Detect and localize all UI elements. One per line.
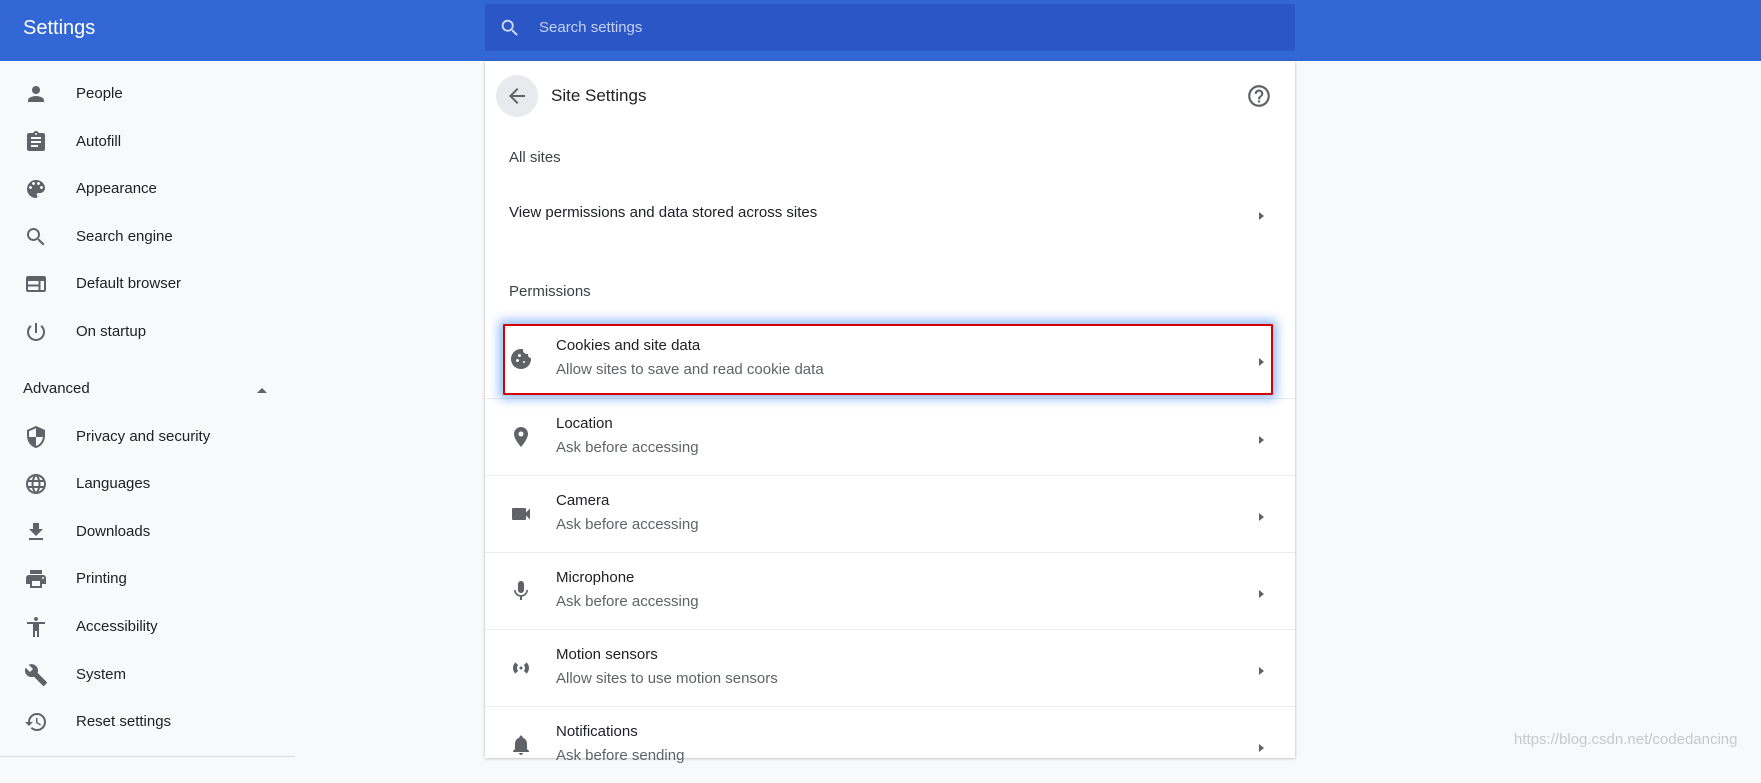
palette-icon (24, 177, 48, 201)
sidebar: People Autofill Appearance Search engine… (0, 61, 295, 758)
permission-title: Motion sensors (556, 646, 658, 663)
camera-icon (509, 502, 533, 526)
permission-subtitle: Ask before accessing (556, 593, 699, 610)
permission-title: Notifications (556, 723, 638, 740)
sidebar-item-appearance[interactable]: Appearance (0, 169, 295, 209)
watermark: https://blog.csdn.net/codedancing (1514, 731, 1738, 748)
help-button[interactable] (1246, 83, 1272, 109)
sidebar-item-label: People (76, 85, 123, 102)
sidebar-item-privacy-and-security[interactable]: Privacy and security (0, 417, 295, 457)
permission-subtitle: Allow sites to use motion sensors (556, 670, 778, 687)
sidebar-item-accessibility[interactable]: Accessibility (0, 607, 295, 647)
sidebar-item-printing[interactable]: Printing (0, 559, 295, 599)
permission-row-cookies[interactable]: Cookies and site data Allow sites to sav… (485, 321, 1295, 398)
power-icon (24, 320, 48, 344)
sidebar-item-label: Downloads (76, 523, 151, 540)
permission-subtitle: Ask before accessing (556, 516, 699, 533)
arrow-right-icon (1256, 509, 1266, 521)
wrench-icon (24, 663, 48, 687)
sidebar-item-label: On startup (76, 323, 147, 340)
view-all-sites-label: View permissions and data stored across … (509, 204, 818, 221)
sidebar-item-default-browser[interactable]: Default browser (0, 264, 295, 304)
accessibility-icon (24, 615, 48, 639)
permission-subtitle: Ask before accessing (556, 439, 699, 456)
sidebar-divider (0, 756, 295, 757)
history-icon (24, 710, 48, 734)
sidebar-item-label: Printing (76, 570, 127, 587)
sidebar-item-label: Reset settings (76, 713, 172, 730)
sidebar-item-downloads[interactable]: Downloads (0, 512, 295, 552)
sensors-icon (509, 656, 533, 680)
advanced-label: Advanced (23, 380, 90, 397)
printer-icon (24, 567, 48, 591)
caret-up-icon (256, 383, 268, 395)
browser-icon (24, 272, 48, 296)
person-icon (24, 82, 48, 106)
sidebar-item-label: Search engine (76, 228, 173, 245)
permission-title: Location (556, 415, 613, 432)
sidebar-item-search-engine[interactable]: Search engine (0, 217, 295, 257)
location-pin-icon (509, 425, 533, 449)
top-bar: Settings (0, 0, 1761, 61)
shield-icon (24, 425, 48, 449)
sidebar-item-label: Privacy and security (76, 428, 211, 445)
microphone-icon (509, 579, 533, 603)
arrow-right-icon (1256, 663, 1266, 675)
bell-icon (509, 733, 533, 757)
sidebar-item-autofill[interactable]: Autofill (0, 122, 295, 162)
search-icon (499, 17, 521, 39)
advanced-section-toggle[interactable]: Advanced (0, 369, 295, 409)
permission-title: Camera (556, 492, 610, 509)
search-input[interactable] (539, 4, 1279, 51)
permission-row-camera[interactable]: Camera Ask before accessing (485, 475, 1295, 552)
globe-icon (24, 472, 48, 496)
sidebar-item-label: Autofill (76, 133, 122, 150)
all-sites-heading: All sites (509, 149, 561, 166)
search-icon (24, 225, 48, 249)
arrow-right-icon (1256, 432, 1266, 444)
permission-title: Microphone (556, 569, 635, 586)
permission-row-motion-sensors[interactable]: Motion sensors Allow sites to use motion… (485, 629, 1295, 706)
arrow-right-icon (1256, 586, 1266, 598)
permission-row-notifications[interactable]: Notifications Ask before sending (485, 706, 1295, 783)
sidebar-item-label: Appearance (76, 180, 157, 197)
view-all-sites-link[interactable]: View permissions and data stored across … (485, 188, 1295, 238)
search-box[interactable] (485, 4, 1295, 51)
sidebar-item-label: Default browser (76, 275, 182, 292)
sidebar-item-on-startup[interactable]: On startup (0, 312, 295, 352)
permission-title: Cookies and site data (556, 337, 701, 354)
arrow-right-icon (1256, 208, 1266, 220)
site-settings-card: Site Settings All sites View permissions… (485, 61, 1295, 764)
download-icon (24, 520, 48, 544)
arrow-back-icon (509, 88, 525, 104)
sidebar-item-system[interactable]: System (0, 655, 295, 695)
arrow-right-icon (1256, 740, 1266, 752)
sidebar-item-label: Accessibility (76, 618, 158, 635)
app-title: Settings (23, 17, 96, 39)
page-title: Site Settings (551, 86, 647, 105)
sidebar-item-label: System (76, 666, 127, 683)
permission-subtitle: Allow sites to save and read cookie data (556, 361, 824, 378)
arrow-right-icon (1256, 354, 1266, 366)
sidebar-item-languages[interactable]: Languages (0, 464, 295, 504)
back-button[interactable] (496, 75, 538, 117)
clipboard-icon (24, 130, 48, 154)
permission-row-location[interactable]: Location Ask before accessing (485, 398, 1295, 475)
sidebar-item-people[interactable]: People (0, 74, 295, 114)
sidebar-item-reset-settings[interactable]: Reset settings (0, 702, 295, 742)
permissions-heading: Permissions (509, 283, 591, 300)
permission-row-microphone[interactable]: Microphone Ask before accessing (485, 552, 1295, 629)
permission-subtitle: Ask before sending (556, 747, 685, 764)
help-icon (1248, 85, 1270, 107)
cookie-icon (509, 347, 533, 371)
sidebar-item-label: Languages (76, 475, 151, 492)
